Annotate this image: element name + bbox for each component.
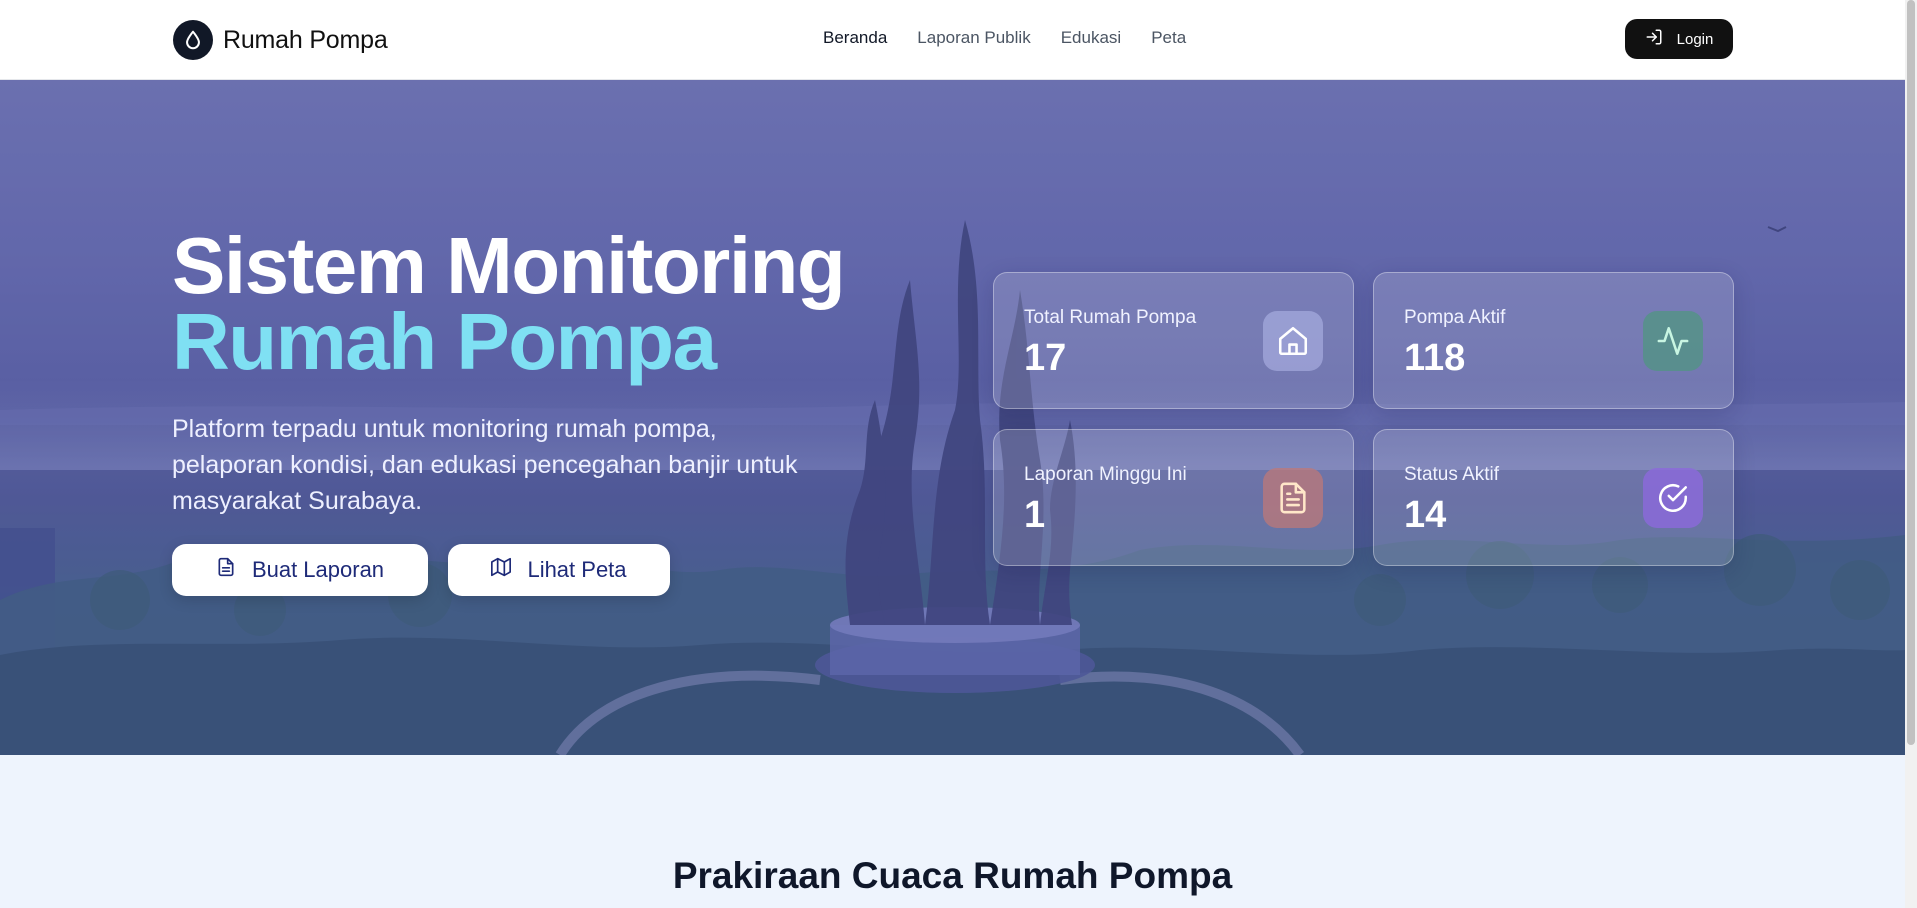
- main-nav: Beranda Laporan Publik Edukasi Peta: [823, 28, 1186, 48]
- stat-value: 17: [1024, 337, 1067, 379]
- activity-icon: [1643, 311, 1703, 371]
- stat-value: 14: [1404, 494, 1447, 536]
- hero-title-line2: Rumah Pompa: [172, 297, 717, 386]
- hero-description: Platform terpadu untuk monitoring rumah …: [172, 415, 798, 515]
- nav-link-laporan-publik[interactable]: Laporan Publik: [917, 28, 1030, 48]
- create-report-button[interactable]: Buat Laporan: [172, 544, 428, 596]
- login-button[interactable]: Login: [1625, 19, 1733, 59]
- view-map-button[interactable]: Lihat Peta: [448, 544, 670, 596]
- login-icon: [1645, 28, 1663, 50]
- stat-label: Laporan Minggu Ini: [1024, 464, 1187, 485]
- hero-title-line1: Sistem Monitoring: [172, 221, 846, 310]
- weather-section: Prakiraan Cuaca Rumah Pompa: [0, 755, 1905, 908]
- stat-card-total-rumah-pompa: Total Rumah Pompa 17: [993, 272, 1354, 409]
- nav-link-beranda[interactable]: Beranda: [823, 28, 887, 48]
- document-icon: [216, 557, 236, 583]
- home-icon: [1263, 311, 1323, 371]
- weather-section-title: Prakiraan Cuaca Rumah Pompa: [672, 855, 1233, 896]
- stat-card-laporan-minggu-ini: Laporan Minggu Ini 1: [993, 429, 1354, 566]
- stat-value: 1: [1024, 494, 1046, 536]
- nav-link-peta[interactable]: Peta: [1151, 28, 1186, 48]
- brand-name: Rumah Pompa: [223, 25, 388, 54]
- stat-label: Total Rumah Pompa: [1024, 307, 1197, 328]
- stat-label: Pompa Aktif: [1404, 307, 1506, 328]
- page-scrollbar[interactable]: [1905, 0, 1917, 908]
- view-map-label: Lihat Peta: [527, 557, 627, 582]
- hero-section: Sistem Monitoring Rumah Pompa Platform t…: [0, 80, 1905, 755]
- file-text-icon: [1263, 468, 1323, 528]
- hero-title: Sistem Monitoring Rumah Pompa: [172, 221, 846, 386]
- stat-label: Status Aktif: [1404, 464, 1500, 485]
- check-circle-icon: [1643, 468, 1703, 528]
- scrollbar-thumb[interactable]: [1907, 0, 1915, 745]
- nav-link-edukasi[interactable]: Edukasi: [1061, 28, 1121, 48]
- map-icon: [491, 557, 512, 583]
- brand[interactable]: Rumah Pompa: [173, 19, 388, 61]
- create-report-label: Buat Laporan: [251, 557, 385, 582]
- stat-card-pompa-aktif: Pompa Aktif 118: [1373, 272, 1734, 409]
- water-drop-icon: [173, 20, 213, 60]
- login-label: Login: [1676, 30, 1714, 48]
- stat-card-status-aktif: Status Aktif 14: [1373, 429, 1734, 566]
- stat-value: 118: [1404, 337, 1466, 379]
- top-navbar: Rumah Pompa Beranda Laporan Publik Eduka…: [0, 0, 1905, 80]
